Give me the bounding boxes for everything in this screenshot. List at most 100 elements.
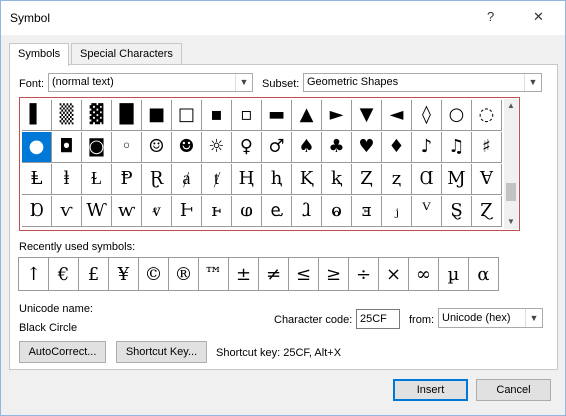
symbol-cell[interactable]: ◊ bbox=[412, 100, 442, 131]
symbol-cell[interactable]: Ⱡ bbox=[22, 164, 52, 195]
chevron-down-icon[interactable]: ▼ bbox=[504, 215, 518, 229]
symbol-cell[interactable]: Ᵽ bbox=[112, 164, 142, 195]
chevron-down-icon[interactable]: ▼ bbox=[525, 309, 542, 327]
symbol-cell[interactable]: ■ bbox=[142, 100, 172, 131]
recent-symbol[interactable]: ± bbox=[228, 257, 259, 291]
symbol-cell[interactable]: ♂ bbox=[262, 132, 292, 163]
chevron-up-icon[interactable]: ▲ bbox=[504, 99, 518, 113]
symbol-cell[interactable]: ⱻ bbox=[352, 196, 382, 227]
recent-symbol[interactable]: ≥ bbox=[318, 257, 349, 291]
recent-symbol[interactable]: × bbox=[378, 257, 409, 291]
tab-special-characters[interactable]: Special Characters bbox=[71, 43, 182, 64]
symbol-cell[interactable]: ◦ bbox=[112, 132, 142, 163]
recent-symbol[interactable]: ≠ bbox=[258, 257, 289, 291]
symbol-cell[interactable]: Ɱ bbox=[442, 164, 472, 195]
symbol-cell[interactable]: □ bbox=[172, 100, 202, 131]
recent-symbol[interactable]: ∞ bbox=[408, 257, 439, 291]
recent-symbol[interactable]: α bbox=[468, 257, 499, 291]
symbol-cell[interactable]: Ⱶ bbox=[172, 196, 202, 227]
symbol-cell[interactable]: Ⱬ bbox=[352, 164, 382, 195]
symbol-cell[interactable]: Ɽ bbox=[142, 164, 172, 195]
symbol-cell[interactable]: ⱬ bbox=[382, 164, 412, 195]
symbol-cell[interactable]: ♫ bbox=[442, 132, 472, 163]
symbol-cell[interactable]: █ bbox=[112, 100, 142, 131]
recent-symbol[interactable]: € bbox=[48, 257, 79, 291]
symbol-cell[interactable]: ◙ bbox=[82, 132, 112, 163]
symbol-cell[interactable]: ▪ bbox=[202, 100, 232, 131]
symbol-cell[interactable]: ◌ bbox=[472, 100, 502, 131]
symbol-cell[interactable]: ♥ bbox=[352, 132, 382, 163]
symbol-cell[interactable]: ⱱ bbox=[52, 196, 82, 227]
cancel-button[interactable]: Cancel bbox=[476, 379, 551, 401]
recent-symbol[interactable]: ↑ bbox=[18, 257, 49, 291]
symbol-cell[interactable]: ⱼ bbox=[382, 196, 412, 227]
insert-button[interactable]: Insert bbox=[393, 379, 468, 401]
recent-symbol[interactable]: ÷ bbox=[348, 257, 379, 291]
symbol-cell[interactable]: ► bbox=[322, 100, 352, 131]
shortcut-key-button[interactable]: Shortcut Key... bbox=[116, 341, 207, 363]
symbol-cell[interactable]: ⱸ bbox=[262, 196, 292, 227]
symbol-cell[interactable]: ⱥ bbox=[172, 164, 202, 195]
recent-symbol[interactable]: ® bbox=[168, 257, 199, 291]
symbol-cell[interactable]: ♯ bbox=[472, 132, 502, 163]
symbol-cell[interactable]: ▬ bbox=[262, 100, 292, 131]
symbol-cell[interactable]: ☼ bbox=[202, 132, 232, 163]
symbol-cell[interactable]: Ⱳ bbox=[82, 196, 112, 227]
symbol-cell[interactable]: Ɑ bbox=[412, 164, 442, 195]
symbol-cell[interactable]: ▲ bbox=[292, 100, 322, 131]
symbol-cell[interactable]: ⱨ bbox=[262, 164, 292, 195]
chevron-down-icon[interactable]: ▼ bbox=[235, 74, 252, 91]
symbol-cell[interactable]: ☺ bbox=[142, 132, 172, 163]
symbol-cell[interactable]: ⱪ bbox=[322, 164, 352, 195]
close-icon[interactable]: ✕ bbox=[533, 9, 544, 25]
symbol-cell[interactable]: ⱳ bbox=[112, 196, 142, 227]
symbol-cell[interactable]: ▫ bbox=[232, 100, 262, 131]
symbol-cell[interactable]: ♣ bbox=[322, 132, 352, 163]
help-icon[interactable]: ? bbox=[487, 9, 494, 24]
symbol-cell[interactable]: ⱦ bbox=[202, 164, 232, 195]
symbol-cell[interactable]: Ȿ bbox=[442, 196, 472, 227]
symbol-cell[interactable]: ⱷ bbox=[232, 196, 262, 227]
symbol-cell[interactable]: ▒ bbox=[52, 100, 82, 131]
scroll-thumb[interactable] bbox=[506, 183, 516, 201]
font-select[interactable]: (normal text) ▼ bbox=[48, 73, 253, 92]
symbol-cell[interactable]: Ⱪ bbox=[292, 164, 322, 195]
autocorrect-button[interactable]: AutoCorrect... bbox=[19, 341, 106, 363]
symbol-cell[interactable]: ⱽ bbox=[412, 196, 442, 227]
symbol-grid-scrollbar[interactable]: ▲ ▼ bbox=[504, 99, 518, 229]
symbol-cell[interactable]: Ⱨ bbox=[232, 164, 262, 195]
symbol-cell[interactable]: ▌ bbox=[22, 100, 52, 131]
recent-symbol[interactable]: ¥ bbox=[108, 257, 139, 291]
symbol-cell[interactable]: ♠ bbox=[292, 132, 322, 163]
symbol-cell[interactable]: Ɒ bbox=[22, 196, 52, 227]
symbol-cell[interactable]: Ɫ bbox=[82, 164, 112, 195]
symbol-cell[interactable]: ● bbox=[22, 132, 52, 163]
symbol-cell[interactable]: ⱹ bbox=[292, 196, 322, 227]
symbol-cell[interactable]: ⱴ bbox=[142, 196, 172, 227]
recent-symbol[interactable]: ≤ bbox=[288, 257, 319, 291]
character-code-input[interactable]: 25CF bbox=[356, 309, 400, 329]
subset-select[interactable]: Geometric Shapes ▼ bbox=[303, 73, 542, 92]
recent-symbol[interactable]: µ bbox=[438, 257, 469, 291]
symbol-cell[interactable]: ○ bbox=[442, 100, 472, 131]
recent-symbol[interactable]: £ bbox=[78, 257, 109, 291]
font-label: Font: bbox=[19, 78, 45, 90]
recent-symbol[interactable]: ™ bbox=[198, 257, 229, 291]
symbol-cell[interactable]: Ɐ bbox=[472, 164, 502, 195]
symbol-cell[interactable]: ♪ bbox=[412, 132, 442, 163]
symbol-cell[interactable]: ◘ bbox=[52, 132, 82, 163]
recent-symbol[interactable]: © bbox=[138, 257, 169, 291]
symbol-cell[interactable]: ▓ bbox=[82, 100, 112, 131]
tab-symbols[interactable]: Symbols bbox=[9, 43, 70, 66]
symbol-cell[interactable]: ⱶ bbox=[202, 196, 232, 227]
symbol-cell[interactable]: ◄ bbox=[382, 100, 412, 131]
symbol-cell[interactable]: Ɀ bbox=[472, 196, 502, 227]
symbol-cell[interactable]: ♦ bbox=[382, 132, 412, 163]
symbol-cell[interactable]: ☻ bbox=[172, 132, 202, 163]
chevron-down-icon[interactable]: ▼ bbox=[524, 74, 541, 91]
symbol-cell[interactable]: ♀ bbox=[232, 132, 262, 163]
symbol-cell[interactable]: ▼ bbox=[352, 100, 382, 131]
from-select[interactable]: Unicode (hex) ▼ bbox=[438, 308, 543, 328]
symbol-cell[interactable]: ⱺ bbox=[322, 196, 352, 227]
symbol-cell[interactable]: ⱡ bbox=[52, 164, 82, 195]
